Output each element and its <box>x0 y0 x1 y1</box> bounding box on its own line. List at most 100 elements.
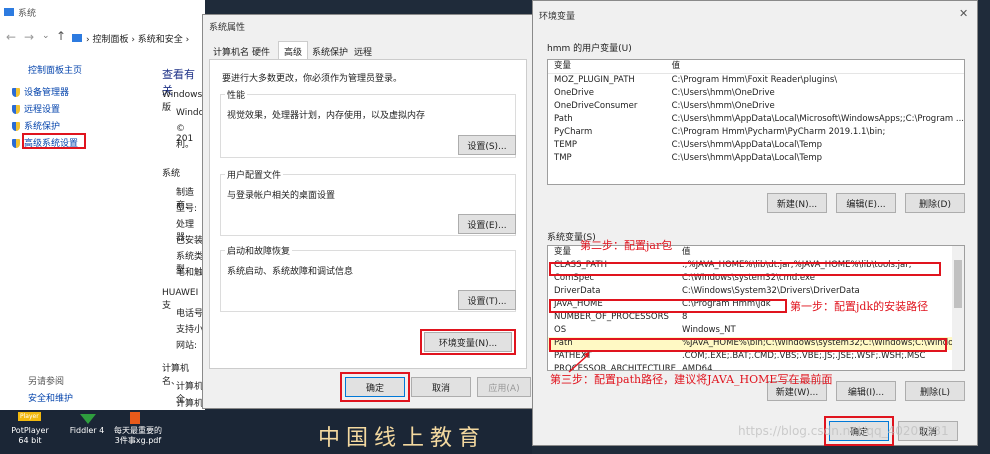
sys-edit-button[interactable]: 编辑(I)... <box>836 381 896 401</box>
taskbar: Player PotPlayer 64 bit Fiddler 4 每天最重要的… <box>0 410 532 454</box>
user-new-button[interactable]: 新建(N)... <box>767 193 827 213</box>
vertical-scrollbar[interactable] <box>952 246 964 370</box>
info-fragment: 已安装 <box>176 236 204 246</box>
window-title-bar: 系统 <box>0 0 205 24</box>
var-name: PyCharm <box>554 127 593 137</box>
system-icon <box>4 8 14 16</box>
var-value: C:\Users\hmm\OneDrive <box>671 88 775 98</box>
taskbar-item-potplayer[interactable]: Player PotPlayer 64 bit <box>4 412 56 452</box>
column-header-variable: 变量 <box>554 61 572 71</box>
info-fragment: 型号: <box>176 204 198 214</box>
highlight-java-home <box>549 299 787 313</box>
fiddler-icon <box>80 414 96 424</box>
apply-button[interactable]: 应用(A) <box>477 377 531 397</box>
var-value: AMD64 <box>681 364 713 371</box>
sidebar-item-label: 设备管理器 <box>24 88 70 98</box>
scrollbar-thumb[interactable] <box>954 260 962 308</box>
tab-system-protection[interactable]: 系统保护 <box>312 45 348 58</box>
forward-arrow-icon[interactable]: → <box>24 30 34 44</box>
user-profiles-title: 用户配置文件 <box>225 168 284 181</box>
info-fragment: 笔和触 <box>176 268 204 278</box>
performance-group: 性能 视觉效果，处理器计划，内存使用，以及虚拟内存 设置(S)... <box>220 88 516 158</box>
performance-title: 性能 <box>225 88 248 101</box>
info-fragment: 电话号 <box>176 309 204 319</box>
see-also-label: 另请参阅 <box>28 377 65 387</box>
pdf-icon <box>130 412 140 424</box>
tab-advanced[interactable]: 高级 <box>278 41 309 61</box>
sidebar-home-link[interactable]: 控制面板主页 <box>28 63 82 76</box>
shield-icon <box>12 88 20 97</box>
info-fragment: 网站: <box>176 341 198 351</box>
performance-settings-button[interactable]: 设置(S)... <box>458 135 516 155</box>
sidebar-item-remote[interactable]: 远程设置 <box>12 102 60 115</box>
admin-note: 要进行大多数更改，你必须作为管理员登录。 <box>222 74 403 84</box>
tab-strip: 计算机名 硬件 高级 系统保护 远程 <box>209 41 527 61</box>
sidebar-item-label: 远程设置 <box>24 105 61 115</box>
var-value: C:\Program Hmm\Pycharm\PyCharm 2019.1.1\… <box>671 127 886 137</box>
dialog-title: 系统属性 <box>209 23 246 33</box>
sidebar-item-protection[interactable]: 系统保护 <box>12 119 60 132</box>
table-row[interactable]: Path C:\Users\hmm\AppData\Local\Microsoft… <box>548 113 964 126</box>
shield-icon <box>12 122 20 131</box>
taskbar-label: 每天最重要的 3件事xg.pdf <box>114 426 162 445</box>
startup-recovery-settings-button[interactable]: 设置(T)... <box>458 290 516 310</box>
table-row[interactable]: OS Windows_NT <box>548 324 961 337</box>
security-link[interactable]: 安全和维护 <box>28 391 73 404</box>
var-name: TEMP <box>554 140 578 150</box>
taskbar-label: PotPlayer 64 bit <box>11 426 49 445</box>
system-properties-dialog: 系统属性 计算机名 硬件 高级 系统保护 远程 要进行大多数更改，你必须作为管理… <box>202 14 533 409</box>
var-name: OneDriveConsumer <box>554 101 638 111</box>
var-value: C:\Users\hmm\AppData\Local\Microsoft\Win… <box>671 114 964 124</box>
highlight-advanced-settings <box>22 133 86 149</box>
user-delete-button[interactable]: 删除(D) <box>905 193 965 213</box>
control-panel-icon <box>72 34 82 42</box>
var-value: C:\Program Hmm\Foxit Reader\plugins\ <box>671 75 838 85</box>
cancel-button[interactable]: 取消 <box>411 377 471 397</box>
performance-desc: 视觉效果，处理器计划，内存使用，以及虚拟内存 <box>227 111 426 121</box>
tab-computer-name[interactable]: 计算机名 <box>213 45 249 58</box>
table-row[interactable]: PyCharm C:\Program Hmm\Pycharm\PyCharm 20… <box>548 126 964 139</box>
taskbar-label: Fiddler 4 <box>69 426 105 435</box>
chevron-down-icon[interactable]: ⌄ <box>42 31 50 41</box>
watermark: https://blog.csdn.net/qq_40209331 <box>738 424 949 438</box>
shield-icon <box>12 139 20 148</box>
var-name: Path <box>554 114 573 124</box>
tab-remote[interactable]: 远程 <box>354 45 372 58</box>
user-edit-button[interactable]: 编辑(E)... <box>836 193 896 213</box>
var-name: DriverData <box>554 286 601 296</box>
table-row[interactable]: DriverData C:\Windows\System32\Drivers\Dr… <box>548 285 961 298</box>
up-arrow-icon[interactable]: ↑ <box>56 29 66 43</box>
tab-hardware[interactable]: 硬件 <box>252 45 270 58</box>
var-name: TMP <box>554 153 572 163</box>
info-fragment: Windo <box>176 108 205 118</box>
table-row[interactable]: PROCESSOR_ARCHITECTURE AMD64 <box>548 363 961 371</box>
table-row[interactable]: OneDrive C:\Users\hmm\OneDrive <box>548 87 964 100</box>
user-variables-list: 变量 值 MOZ_PLUGIN_PATH C:\Program Hmm\Foxit… <box>547 59 965 185</box>
startup-recovery-group: 启动和故障恢复 系统启动、系统故障和调试信息 设置(T)... <box>220 244 516 312</box>
taskbar-item-fiddler[interactable]: Fiddler 4 <box>62 412 110 452</box>
shield-icon <box>12 105 20 114</box>
highlight-class-path <box>549 262 941 276</box>
taskbar-item-pdf[interactable]: 每天最重要的 3件事xg.pdf <box>108 412 168 452</box>
var-name: MOZ_PLUGIN_PATH <box>554 75 635 85</box>
address-bar[interactable]: ← → ⌄ ↑ › 控制面板 › 系统和安全 › <box>0 28 205 48</box>
sys-delete-button[interactable]: 删除(L) <box>905 381 965 401</box>
breadcrumb[interactable]: › 控制面板 › 系统和安全 › <box>86 32 189 45</box>
back-arrow-icon[interactable]: ← <box>6 30 16 44</box>
highlight-env-button <box>420 329 516 355</box>
table-row[interactable]: MOZ_PLUGIN_PATH C:\Program Hmm\Foxit Read… <box>548 74 964 88</box>
info-fragment: 支持小 <box>176 325 204 335</box>
table-row[interactable]: OneDriveConsumer C:\Users\hmm\OneDrive <box>548 100 964 113</box>
sidebar-item-device-manager[interactable]: 设备管理器 <box>12 85 69 98</box>
table-row[interactable]: TEMP C:\Users\hmm\AppData\Local\Temp <box>548 139 964 152</box>
close-icon[interactable]: ✕ <box>959 7 968 20</box>
highlight-path <box>549 338 947 352</box>
table-row[interactable]: TMP C:\Users\hmm\AppData\Local\Temp <box>548 152 964 165</box>
annotation-step-2: 第二步：配置jar包 <box>580 239 673 252</box>
user-profiles-settings-button[interactable]: 设置(E)... <box>458 214 516 234</box>
var-value: C:\Windows\System32\Drivers\DriverData <box>681 286 860 296</box>
var-name: OS <box>554 325 567 335</box>
highlight-ok-button <box>340 372 410 402</box>
var-value: C:\Users\hmm\AppData\Local\Temp <box>671 153 823 163</box>
tab-panel: 要进行大多数更改，你必须作为管理员登录。 性能 视觉效果，处理器计划，内存使用，… <box>209 59 527 369</box>
